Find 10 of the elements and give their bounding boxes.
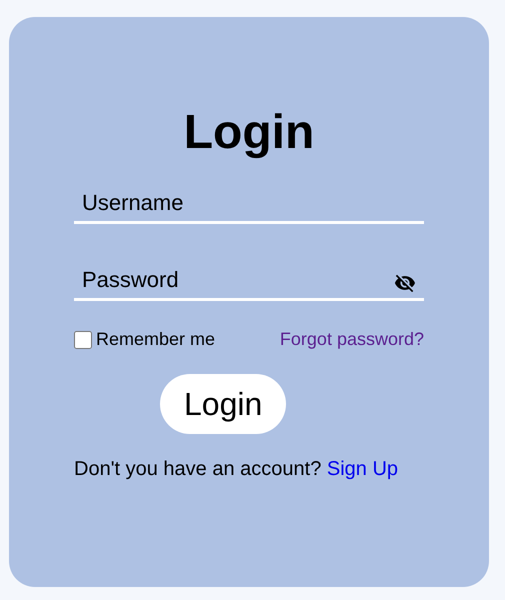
- hide-password-icon[interactable]: [394, 272, 416, 294]
- remember-checkbox[interactable]: [74, 330, 92, 348]
- forgot-password-link[interactable]: Forgot password?: [280, 329, 424, 350]
- remember-label: Remember me: [96, 329, 216, 350]
- login-title: Login: [184, 105, 314, 161]
- signup-link[interactable]: Sign Up: [326, 458, 398, 480]
- login-button[interactable]: Login: [160, 374, 286, 434]
- signup-prompt: Don't you have an account? Sign Up: [74, 458, 400, 481]
- username-field[interactable]: Username: [74, 185, 424, 224]
- password-field[interactable]: Password: [74, 262, 424, 301]
